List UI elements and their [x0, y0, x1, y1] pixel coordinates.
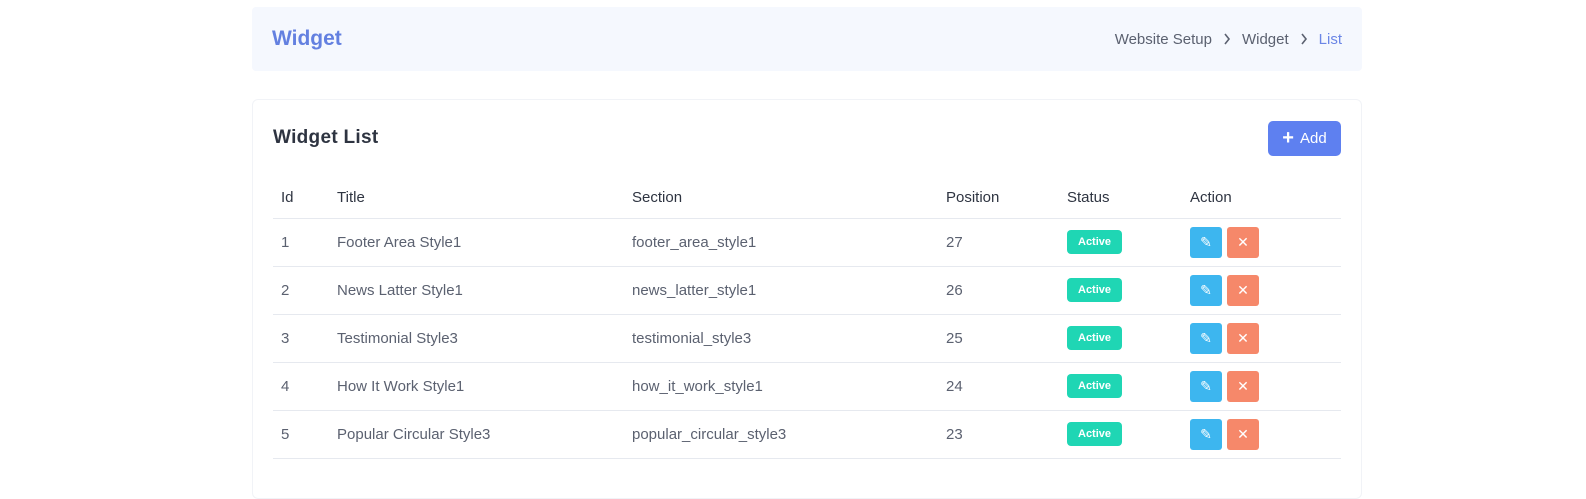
- add-button[interactable]: + Add: [1268, 120, 1341, 156]
- breadcrumb-widget[interactable]: Widget: [1242, 31, 1289, 48]
- widget-table: Id Title Section Position Status Action …: [273, 178, 1341, 459]
- delete-button[interactable]: ✕: [1227, 370, 1259, 402]
- cell-id: 1: [273, 218, 329, 267]
- cell-id: 4: [273, 362, 329, 411]
- cell-section: how_it_work_style1: [624, 362, 938, 411]
- edit-button[interactable]: ✎: [1190, 274, 1222, 306]
- breadcrumb-list: List: [1318, 30, 1342, 48]
- status-badge[interactable]: Active: [1067, 278, 1123, 302]
- cell-title: Footer Area Style1: [329, 218, 624, 267]
- delete-button[interactable]: ✕: [1227, 322, 1259, 354]
- cell-position: 24: [938, 362, 1059, 411]
- edit-button[interactable]: ✎: [1190, 226, 1222, 258]
- cell-section: footer_area_style1: [624, 218, 938, 267]
- column-header-section: Section: [624, 178, 938, 219]
- content-wrapper: Widget Website Setup Widget List Widget …: [252, 0, 1362, 499]
- card-header: Widget List + Add: [273, 120, 1341, 156]
- cell-status: Active: [1059, 410, 1182, 459]
- widget-list-card: Widget List + Add Id Title Section Posit…: [252, 99, 1362, 499]
- pencil-icon: ✎: [1200, 233, 1212, 250]
- cell-section: popular_circular_style3: [624, 410, 938, 459]
- delete-button[interactable]: ✕: [1227, 226, 1259, 258]
- delete-button[interactable]: ✕: [1227, 418, 1259, 450]
- table-row: 2 News Latter Style1 news_latter_style1 …: [273, 266, 1341, 315]
- add-button-label: Add: [1299, 129, 1327, 147]
- cell-status: Active: [1059, 314, 1182, 363]
- cell-section: testimonial_style3: [624, 314, 938, 363]
- table-row: 3 Testimonial Style3 testimonial_style3 …: [273, 314, 1341, 363]
- cell-title: Popular Circular Style3: [329, 410, 624, 459]
- cell-title: How It Work Style1: [329, 362, 624, 411]
- column-header-id: Id: [273, 178, 329, 219]
- cell-action: ✎ ✕: [1182, 218, 1341, 267]
- cell-action: ✎ ✕: [1182, 410, 1341, 459]
- cell-action: ✎ ✕: [1182, 314, 1341, 363]
- cell-id: 2: [273, 266, 329, 315]
- pencil-icon: ✎: [1200, 425, 1212, 442]
- cell-status: Active: [1059, 218, 1182, 267]
- pencil-icon: ✎: [1200, 281, 1212, 298]
- cell-title: Testimonial Style3: [329, 314, 624, 363]
- cell-section: news_latter_style1: [624, 266, 938, 315]
- column-header-title: Title: [329, 178, 624, 219]
- pencil-icon: ✎: [1200, 377, 1212, 394]
- column-header-status: Status: [1059, 178, 1182, 219]
- delete-button[interactable]: ✕: [1227, 274, 1259, 306]
- breadcrumb-website-setup[interactable]: Website Setup: [1115, 31, 1212, 48]
- chevron-right-icon: [1300, 33, 1308, 45]
- cell-position: 26: [938, 266, 1059, 315]
- cell-status: Active: [1059, 362, 1182, 411]
- card-title: Widget List: [273, 127, 379, 148]
- cell-id: 3: [273, 314, 329, 363]
- cell-action: ✎ ✕: [1182, 362, 1341, 411]
- edit-button[interactable]: ✎: [1190, 418, 1222, 450]
- close-icon: ✕: [1237, 377, 1249, 394]
- pencil-icon: ✎: [1200, 329, 1212, 346]
- close-icon: ✕: [1237, 233, 1249, 250]
- edit-button[interactable]: ✎: [1190, 322, 1222, 354]
- breadcrumb: Website Setup Widget List: [1115, 31, 1342, 48]
- close-icon: ✕: [1237, 425, 1249, 442]
- status-badge[interactable]: Active: [1067, 422, 1123, 446]
- cell-status: Active: [1059, 266, 1182, 315]
- status-badge[interactable]: Active: [1067, 374, 1123, 398]
- cell-id: 5: [273, 410, 329, 459]
- table-row: 5 Popular Circular Style3 popular_circul…: [273, 410, 1341, 459]
- table-row: 1 Footer Area Style1 footer_area_style1 …: [273, 218, 1341, 267]
- plus-icon: +: [1282, 127, 1294, 149]
- close-icon: ✕: [1237, 281, 1249, 298]
- cell-title: News Latter Style1: [329, 266, 624, 315]
- cell-position: 23: [938, 410, 1059, 459]
- status-badge[interactable]: Active: [1067, 230, 1123, 254]
- column-header-position: Position: [938, 178, 1059, 219]
- cell-action: ✎ ✕: [1182, 266, 1341, 315]
- chevron-right-icon: [1223, 33, 1231, 45]
- column-header-action: Action: [1182, 178, 1341, 219]
- page-header: Widget Website Setup Widget List: [252, 7, 1362, 71]
- status-badge[interactable]: Active: [1067, 326, 1123, 350]
- table-header-row: Id Title Section Position Status Action: [273, 178, 1341, 219]
- cell-position: 25: [938, 314, 1059, 363]
- table-row: 4 How It Work Style1 how_it_work_style1 …: [273, 362, 1341, 411]
- cell-position: 27: [938, 218, 1059, 267]
- close-icon: ✕: [1237, 329, 1249, 346]
- page-title: Widget: [272, 27, 342, 50]
- edit-button[interactable]: ✎: [1190, 370, 1222, 402]
